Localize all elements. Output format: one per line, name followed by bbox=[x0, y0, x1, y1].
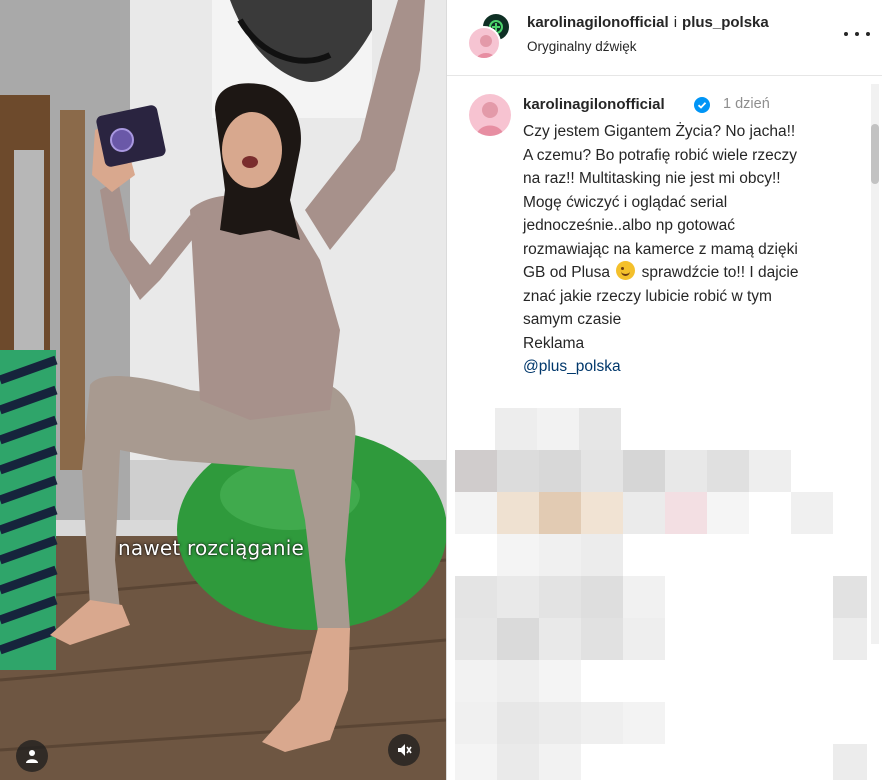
post-header: karolinagilonofficial i plus_polska Orygin… bbox=[447, 0, 882, 76]
pixel-block bbox=[623, 618, 665, 660]
author-link-karolina[interactable]: karolinagilonofficial bbox=[527, 14, 669, 31]
pixel-block bbox=[579, 408, 621, 450]
instagram-post-window: nawet rozciąganie karolinagilonofficial … bbox=[0, 0, 882, 780]
caption-line: rozmawiając na kamerce z mamą dzięki bbox=[523, 240, 798, 258]
pixel-block bbox=[497, 534, 539, 576]
pixel-block bbox=[539, 450, 581, 492]
pixel-block bbox=[539, 744, 581, 780]
pixel-block bbox=[665, 450, 707, 492]
caption-line-part: sprawdźcie to!! I dajcie bbox=[641, 264, 799, 281]
comments-scrollbar[interactable] bbox=[871, 84, 879, 644]
pixel-block bbox=[833, 576, 867, 618]
verified-badge-icon bbox=[694, 97, 710, 113]
pixel-block bbox=[791, 492, 833, 534]
caption-line: GB od Plusa sprawdźcie to!! I dajcie bbox=[523, 261, 873, 285]
caption-line: na raz!! Multitasking nie jest mi obcy!! bbox=[523, 170, 781, 187]
video-frame-illustration bbox=[0, 0, 446, 780]
post-authors: karolinagilonofficial i plus_polska bbox=[527, 14, 769, 31]
speaker-muted-icon bbox=[398, 744, 412, 756]
mute-toggle-button[interactable] bbox=[388, 734, 420, 766]
pixel-block bbox=[623, 450, 665, 492]
comment-username[interactable]: karolinagilonofficial bbox=[523, 96, 665, 113]
pixel-block bbox=[581, 702, 623, 744]
pixel-block bbox=[497, 660, 539, 702]
pixel-block bbox=[497, 450, 539, 492]
pixel-block bbox=[539, 534, 581, 576]
caption-line: znać jakie rzeczy lubicie robić w tym bbox=[523, 287, 772, 305]
user-circle-icon bbox=[26, 750, 38, 763]
more-horizontal-icon bbox=[844, 32, 848, 36]
pixel-block bbox=[455, 660, 497, 702]
more-options-button[interactable] bbox=[844, 24, 870, 44]
pixel-block bbox=[749, 450, 791, 492]
pixelated-comments-area bbox=[455, 408, 867, 780]
pixel-block bbox=[581, 576, 623, 618]
pixel-block bbox=[623, 702, 665, 744]
more-horizontal-icon bbox=[855, 32, 859, 36]
pixel-block bbox=[455, 618, 497, 660]
pixel-block bbox=[455, 744, 497, 780]
pixel-block bbox=[539, 618, 581, 660]
pixel-block bbox=[455, 702, 497, 744]
pixel-block bbox=[539, 492, 581, 534]
pixel-block bbox=[497, 744, 539, 780]
pixel-block bbox=[497, 492, 539, 534]
pixel-block bbox=[539, 702, 581, 744]
video-caption: nawet rozciąganie bbox=[118, 536, 305, 560]
scrollbar-thumb[interactable] bbox=[871, 124, 879, 184]
caption-line-part: GB od Plusa bbox=[523, 264, 611, 281]
mention-link[interactable]: @plus_polska bbox=[523, 355, 873, 379]
pixel-block bbox=[497, 618, 539, 660]
pixel-block bbox=[665, 492, 707, 534]
ad-label: Reklama bbox=[523, 334, 585, 352]
pixel-block bbox=[833, 744, 867, 780]
caption-line: jednocześnie..albo np gotować bbox=[523, 217, 735, 234]
caption-text: Czy jestem Gigantem Życia? No jacha!! A … bbox=[523, 120, 873, 379]
pixel-block bbox=[455, 450, 497, 492]
pixel-block bbox=[497, 702, 539, 744]
avatar-karolina[interactable] bbox=[467, 26, 501, 60]
comment-avatar[interactable] bbox=[469, 94, 511, 136]
pixel-block bbox=[707, 492, 749, 534]
pixel-block bbox=[581, 618, 623, 660]
pixel-block bbox=[455, 576, 497, 618]
pixel-block bbox=[581, 492, 623, 534]
pixel-block bbox=[581, 450, 623, 492]
winking-face-emoji bbox=[616, 261, 636, 280]
pixel-block bbox=[581, 534, 623, 576]
pixel-block bbox=[623, 576, 665, 618]
author-link-plus[interactable]: plus_polska bbox=[682, 14, 769, 31]
reel-video-player[interactable]: nawet rozciąganie bbox=[0, 0, 446, 780]
pixel-block bbox=[455, 492, 497, 534]
pixel-block bbox=[497, 576, 539, 618]
post-details-panel: karolinagilonofficial i plus_polska Orygin… bbox=[446, 0, 882, 780]
collab-avatars[interactable] bbox=[467, 12, 515, 60]
pixel-block bbox=[539, 576, 581, 618]
comment-timestamp[interactable]: 1 dzień bbox=[723, 96, 770, 112]
caption-line: samym czasie bbox=[523, 311, 622, 328]
caption-line: Czy jestem Gigantem Życia? No jacha!! bbox=[523, 123, 796, 140]
more-horizontal-icon bbox=[866, 32, 870, 36]
profile-photo-icon bbox=[476, 35, 496, 58]
pixel-block bbox=[537, 408, 579, 450]
profile-photo-icon bbox=[476, 102, 504, 136]
audio-link[interactable]: Oryginalny dźwięk bbox=[527, 39, 637, 54]
pixel-block bbox=[833, 618, 867, 660]
profile-tag-button[interactable] bbox=[16, 740, 48, 772]
pixel-block bbox=[495, 408, 537, 450]
pixel-block bbox=[539, 660, 581, 702]
pixel-block bbox=[623, 492, 665, 534]
caption-line: A czemu? Bo potrafię robić wiele rzeczy bbox=[523, 146, 797, 164]
authors-conjunction: i bbox=[673, 14, 678, 31]
caption-line: Mogę ćwiczyć i oglądać serial bbox=[523, 193, 728, 211]
pixel-block bbox=[707, 450, 749, 492]
